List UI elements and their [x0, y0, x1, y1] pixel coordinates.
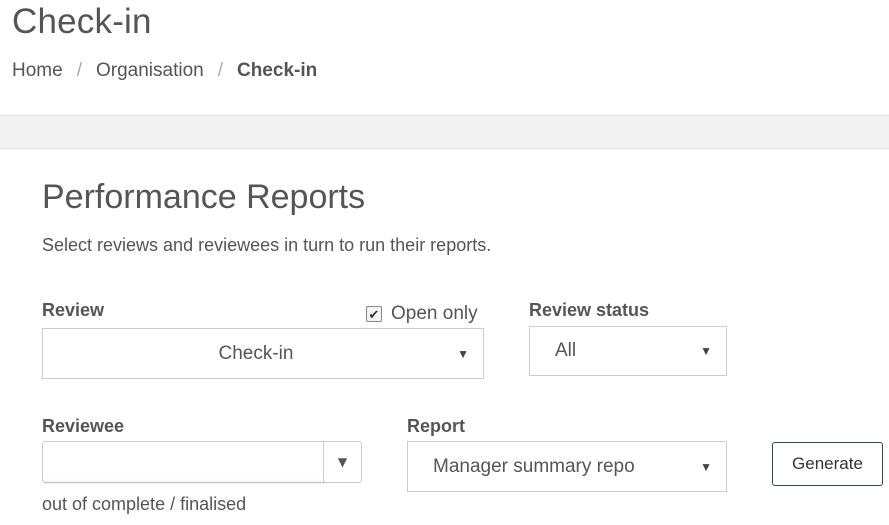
breadcrumb-separator: /	[76, 60, 82, 81]
reviewee-input[interactable]	[43, 442, 327, 484]
review-status-select-value: All	[555, 340, 577, 361]
section-title: Performance Reports	[42, 178, 366, 216]
breadcrumb-organisation-link[interactable]: Organisation	[96, 60, 204, 82]
report-select[interactable]: Manager summary repo ▼	[407, 441, 727, 492]
page: Check-in Home / Organisation / Check-in …	[0, 0, 889, 525]
review-select[interactable]: Check-in ▼	[42, 328, 484, 379]
chevron-down-icon: ▼	[700, 344, 712, 358]
report-label: Report	[407, 416, 465, 436]
review-status-select[interactable]: All ▼	[529, 326, 727, 376]
reviewee-dropdown-button[interactable]: ▼	[323, 442, 361, 482]
chevron-down-icon: ▼	[337, 455, 348, 469]
open-only-toggle[interactable]: ✔ Open only	[366, 303, 478, 325]
reviewee-label: Reviewee	[42, 416, 125, 436]
chevron-down-icon: ▼	[457, 346, 469, 361]
review-status-label: Review status	[529, 300, 650, 320]
reviewee-progress-text: out of complete / finalised	[42, 494, 247, 514]
breadcrumb-home-link[interactable]: Home	[12, 60, 63, 82]
report-select-value: Manager summary repo	[433, 455, 635, 477]
checkmark-icon: ✔	[368, 306, 380, 322]
section-description: Select reviews and reviewees in turn to …	[42, 235, 492, 255]
review-label: Review	[42, 300, 105, 320]
section-divider-band	[0, 115, 889, 149]
open-only-checkbox[interactable]: ✔	[366, 306, 382, 322]
review-select-value: Check-in	[218, 342, 294, 364]
chevron-down-icon: ▼	[700, 459, 712, 474]
reviewee-combobox[interactable]: ▼	[42, 441, 362, 484]
breadcrumb-separator: /	[217, 60, 223, 81]
generate-button[interactable]: Generate	[772, 442, 883, 486]
page-title: Check-in	[12, 2, 152, 41]
breadcrumb: Home / Organisation / Check-in	[12, 60, 317, 82]
open-only-label: Open only	[391, 303, 478, 324]
breadcrumb-current: Check-in	[236, 60, 318, 81]
